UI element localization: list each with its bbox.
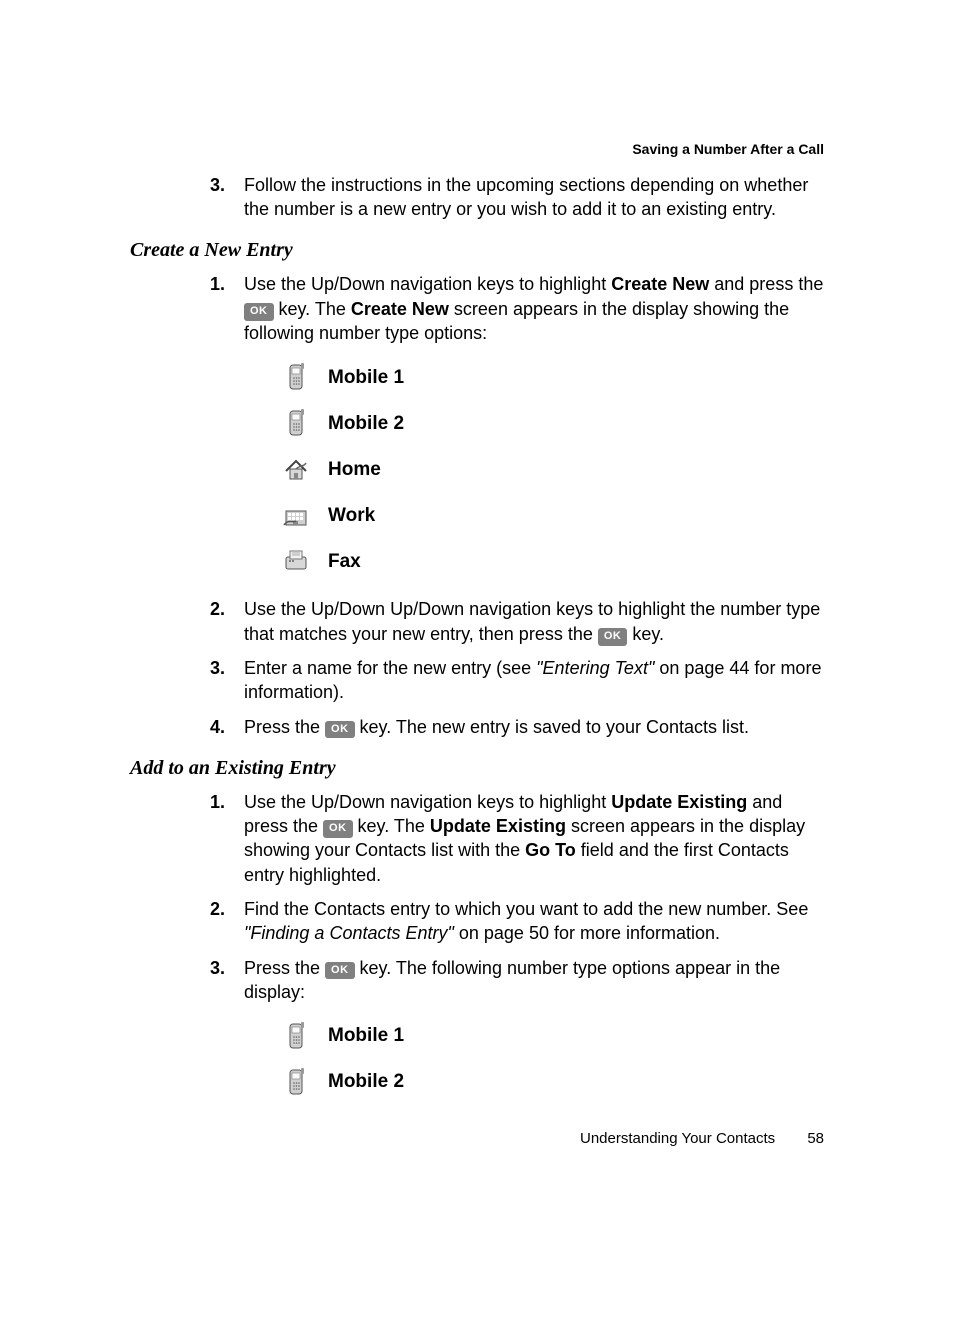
text-fragment: Press the: [244, 717, 325, 737]
mobile-phone-icon: [278, 363, 314, 391]
list-item: Fax: [278, 547, 824, 575]
home-icon: [278, 455, 314, 483]
bold-text: Create New: [351, 299, 449, 319]
list-item: Mobile 2: [278, 409, 824, 437]
ok-key-icon: OK: [325, 721, 355, 739]
page-footer: Understanding Your Contacts 58: [580, 1129, 824, 1149]
footer-section-name: Understanding Your Contacts: [580, 1130, 775, 1147]
step-item: 1. Use the Up/Down navigation keys to hi…: [210, 272, 824, 345]
list-item: Work: [278, 501, 824, 529]
heading-add-existing: Add to an Existing Entry: [130, 755, 824, 782]
step-text: Use the Up/Down Up/Down navigation keys …: [244, 597, 824, 646]
mobile-phone-icon: [278, 409, 314, 437]
work-building-icon: [278, 501, 314, 529]
step-item: 2. Use the Up/Down Up/Down navigation ke…: [210, 597, 824, 646]
step-text: Find the Contacts entry to which you wan…: [244, 897, 824, 946]
text-fragment: key.: [627, 624, 664, 644]
text-fragment: on page 50 for more information.: [454, 923, 720, 943]
step-number: 3.: [210, 656, 244, 705]
step-item: 1. Use the Up/Down navigation keys to hi…: [210, 790, 824, 887]
step-item: 3. Follow the instructions in the upcomi…: [210, 173, 824, 222]
number-type-list: Mobile 1 Mobile 2 Home Work Fax: [278, 363, 824, 575]
list-item: Home: [278, 455, 824, 483]
bold-text: Update Existing: [611, 792, 747, 812]
ok-key-icon: OK: [598, 628, 628, 646]
list-item: Mobile 1: [278, 1022, 824, 1050]
mobile-phone-icon: [278, 1068, 314, 1096]
document-page: Saving a Number After a Call 3. Follow t…: [0, 0, 954, 1319]
step-item: 3. Press the OK key. The following numbe…: [210, 956, 824, 1005]
text-fragment: Use the Up/Down Up/Down navigation keys …: [244, 599, 820, 643]
step-text: Follow the instructions in the upcoming …: [244, 173, 824, 222]
step-text: Press the OK key. The new entry is saved…: [244, 715, 824, 739]
step-item: 2. Find the Contacts entry to which you …: [210, 897, 824, 946]
step-text: Use the Up/Down navigation keys to highl…: [244, 790, 824, 887]
step-item: 3. Enter a name for the new entry (see "…: [210, 656, 824, 705]
ok-key-icon: OK: [325, 962, 355, 980]
cross-reference: "Finding a Contacts Entry": [244, 923, 454, 943]
heading-create-entry: Create a New Entry: [130, 237, 824, 264]
text-fragment: Press the: [244, 958, 325, 978]
text-fragment: Use the Up/Down navigation keys to highl…: [244, 274, 611, 294]
text-fragment: Use the Up/Down navigation keys to highl…: [244, 792, 611, 812]
step-text: Use the Up/Down navigation keys to highl…: [244, 272, 824, 345]
step-number: 2.: [210, 597, 244, 646]
page-number: 58: [807, 1129, 824, 1149]
icon-label: Mobile 1: [328, 1023, 404, 1049]
ok-key-icon: OK: [323, 820, 353, 838]
icon-label: Mobile 2: [328, 1069, 404, 1095]
step-text: Enter a name for the new entry (see "Ent…: [244, 656, 824, 705]
text-fragment: Find the Contacts entry to which you wan…: [244, 899, 808, 919]
step-number: 1.: [210, 272, 244, 345]
step-number: 2.: [210, 897, 244, 946]
text-fragment: key. The new entry is saved to your Cont…: [355, 717, 750, 737]
mobile-phone-icon: [278, 1022, 314, 1050]
step-number: 4.: [210, 715, 244, 739]
bold-text: Create New: [611, 274, 709, 294]
cross-reference: "Entering Text": [536, 658, 654, 678]
icon-label: Work: [328, 503, 375, 529]
list-item: Mobile 2: [278, 1068, 824, 1096]
text-fragment: and press the: [709, 274, 823, 294]
step-number: 3.: [210, 956, 244, 1005]
ok-key-icon: OK: [244, 303, 274, 321]
step-number: 3.: [210, 173, 244, 222]
text-fragment: key. The: [274, 299, 351, 319]
bold-text: Update Existing: [430, 816, 566, 836]
number-type-list: Mobile 1 Mobile 2: [278, 1022, 824, 1096]
icon-label: Home: [328, 457, 381, 483]
list-item: Mobile 1: [278, 363, 824, 391]
text-fragment: Enter a name for the new entry (see: [244, 658, 536, 678]
icon-label: Fax: [328, 549, 361, 575]
step-text: Press the OK key. The following number t…: [244, 956, 824, 1005]
bold-text: Go To: [525, 840, 576, 860]
fax-machine-icon: [278, 547, 314, 575]
text-fragment: key. The: [353, 816, 430, 836]
icon-label: Mobile 2: [328, 411, 404, 437]
page-section-header: Saving a Number After a Call: [130, 140, 824, 159]
step-item: 4. Press the OK key. The new entry is sa…: [210, 715, 824, 739]
step-number: 1.: [210, 790, 244, 887]
icon-label: Mobile 1: [328, 365, 404, 391]
